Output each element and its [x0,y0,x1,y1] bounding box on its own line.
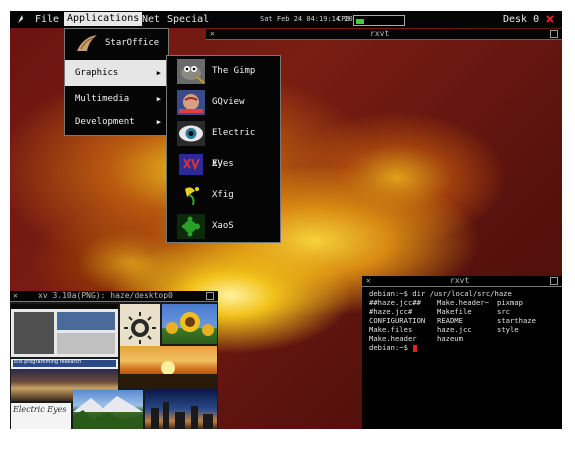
maximize-icon[interactable] [550,30,558,38]
submenu-arrow-icon: ▶ [156,69,161,77]
terminal-command-line: debian:~$ dir /usr/local/src/haze [369,289,512,298]
window-close-icon[interactable]: ✕ [13,291,18,301]
thumbnail-caption: Elis programming research [14,359,82,365]
menu-item-label: Development [75,117,135,127]
menu-item-label: StarOffice [105,38,160,48]
listing-cell: Make.header~ [437,298,489,307]
thumbnail-desktop-screenshot[interactable] [11,304,118,357]
xv-titlebar[interactable]: ✕ xv 3.10a(PNG): haze/desktop0 [10,291,218,302]
gqview-icon [177,90,205,115]
xv-icon [179,154,203,175]
maximize-icon[interactable] [206,292,214,300]
top-panel: File Applications Net Special Sat Feb 24… [10,11,562,28]
listing-cell: README [437,316,463,325]
thumbnail-electric-eyes-logo[interactable]: Electric Eyes [11,403,71,429]
terminal-title: rxvt [450,276,470,285]
listing-cell: #haze.jcc# [369,307,413,316]
close-icon[interactable] [545,14,555,24]
rxvt-terminal[interactable]: ✕ rxvt debian:~$ dir /usr/local/src/haze… [362,276,562,429]
menu-item-label: GQview [212,97,245,107]
listing-cell: starthaze [497,316,536,325]
thumbnail-city-night[interactable] [145,390,217,429]
menu-applications[interactable]: Applications [64,12,143,26]
menu-item-development[interactable]: Development ▶ [65,109,166,135]
window-close-icon[interactable]: ✕ [366,276,371,286]
menu-item-electric-eyes[interactable]: Electric Eyes [167,118,278,169]
menu-net[interactable]: Net [139,11,163,28]
listing-cell: Make.files [369,325,413,334]
listing-cell: ##haze.jcc## [369,298,421,307]
desktop-screen: File Applications Net Special Sat Feb 24… [10,11,562,429]
xv-window[interactable]: ✕ xv 3.10a(PNG): haze/desktop0 Elis prog… [10,291,218,429]
terminal-prompt: debian:~$ [369,343,408,352]
menu-item-graphics[interactable]: Graphics ▶ [65,60,166,86]
maximize-icon[interactable] [550,277,558,285]
menu-item-xfig[interactable]: Xfig [167,180,278,211]
electric-eyes-icon [177,121,205,146]
xaos-icon [177,214,205,239]
desk-label[interactable]: Desk 0 [503,11,539,28]
menu-item-xv[interactable]: XV [167,149,278,180]
terminal-prompt-line[interactable]: debian:~$ [369,343,418,352]
menu-item-label: XaoS [212,221,234,231]
terminal-titlebar[interactable]: ✕ rxvt [362,276,562,287]
applications-menu: StarOffice Graphics ▶ Multimedia ▶ Devel… [64,28,169,136]
electric-eyes-logo-text: Electric Eyes [13,405,67,414]
menu-item-label: XV [212,159,223,169]
graphics-submenu: The Gimp GQview Electric Eyes XV Xfig Xa… [166,55,281,243]
menu-file[interactable]: File [32,11,62,28]
rxvt-title: rxvt [370,29,390,38]
menu-item-label: Xfig [212,190,234,200]
debian-logo-icon[interactable] [16,14,26,24]
listing-cell: hazeum [437,334,463,343]
terminal-cursor [413,344,418,352]
window-close-icon[interactable]: ✕ [210,29,215,39]
submenu-arrow-icon: ▶ [156,118,161,126]
listing-cell: pixmap [497,298,523,307]
menu-item-staroffice[interactable]: StarOffice [65,29,166,58]
menu-item-label: The Gimp [212,66,256,76]
rxvt-titlebar[interactable]: ✕ rxvt [206,29,562,40]
menu-item-gqview[interactable]: GQview [167,87,278,118]
thumbnail-sunset[interactable] [120,346,217,388]
staroffice-icon [77,35,97,51]
thumbnail-sunflower[interactable] [162,304,217,344]
listing-cell: src [497,307,510,316]
menu-special[interactable]: Special [164,11,212,28]
listing-cell: Makefile [437,307,472,316]
listing-cell: style [497,325,519,334]
listing-cell: haze.jcc [437,325,472,334]
xv-title: xv 3.10a(PNG): haze/desktop0 [38,291,173,300]
cpu-graph [353,15,405,26]
cpu-label: CPU [337,15,350,23]
listing-cell: CONFIGURATION [369,316,426,325]
listing-cell: Make.header [369,334,417,343]
xfig-icon [185,187,199,206]
gimp-icon [177,59,205,84]
thumbnail-mountains[interactable] [73,390,143,429]
cpu-bar [356,19,364,24]
menu-item-the-gimp[interactable]: The Gimp [167,56,278,87]
menu-item-label: Graphics [75,68,119,78]
menu-item-xaos[interactable]: XaoS [167,211,278,242]
